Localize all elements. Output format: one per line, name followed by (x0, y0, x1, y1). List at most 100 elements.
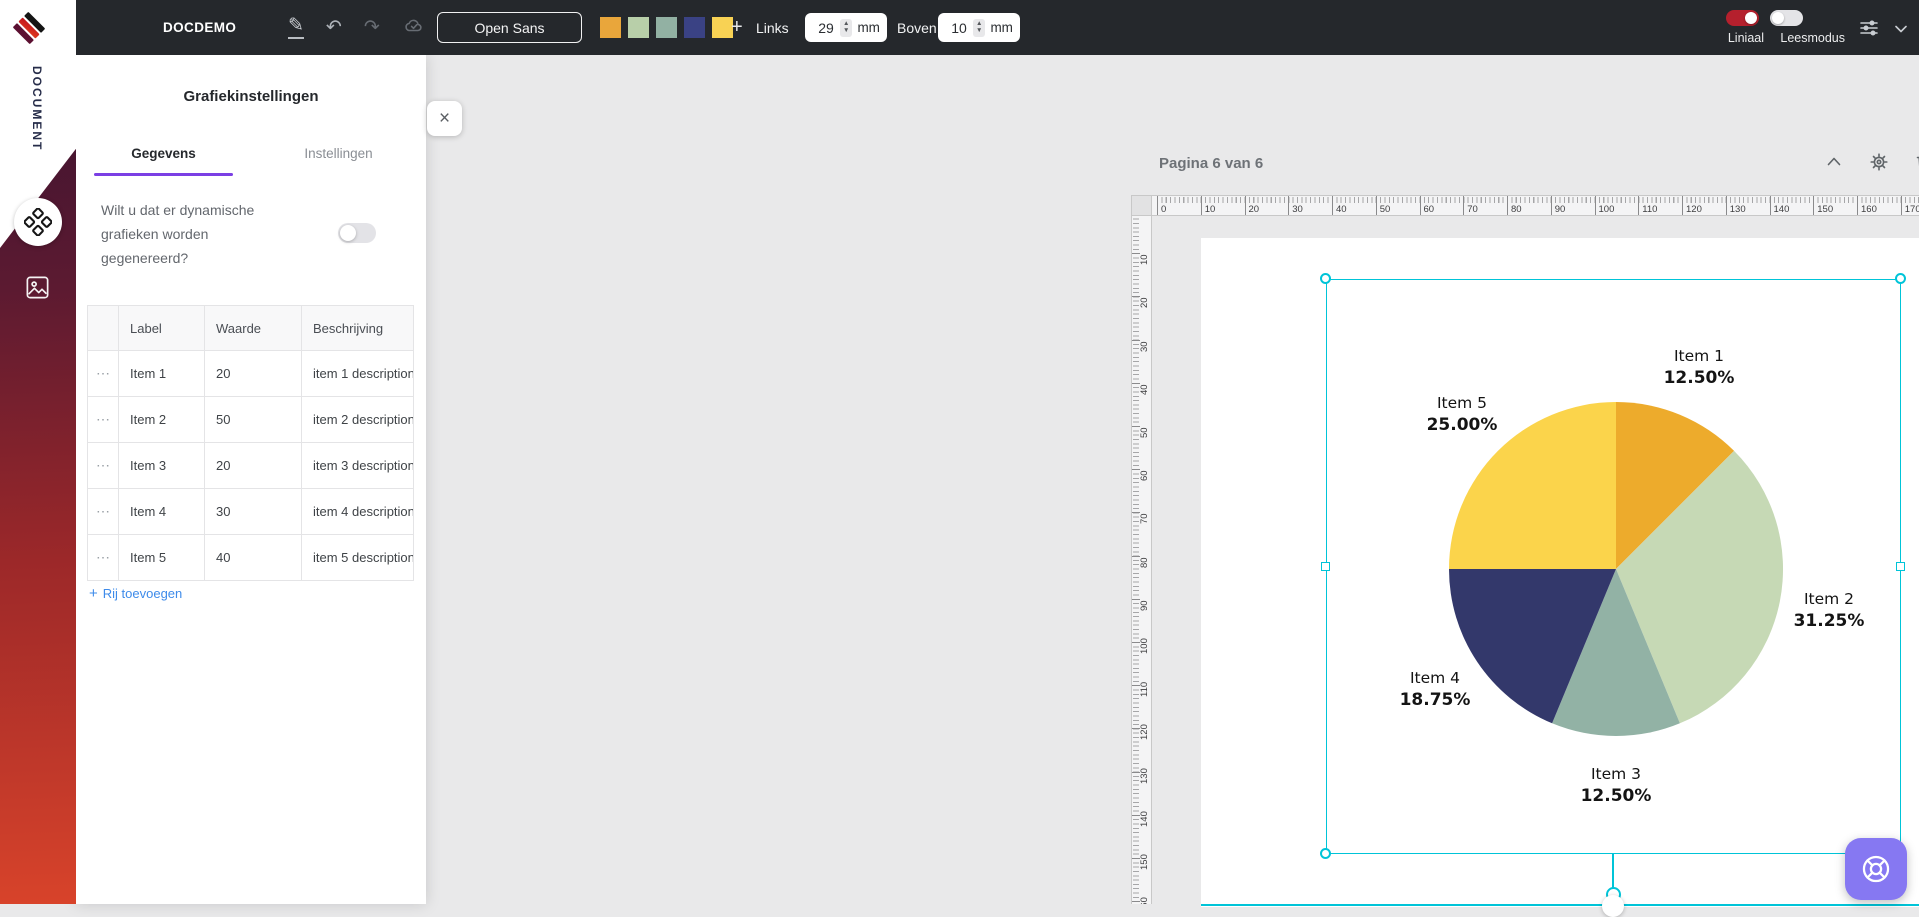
table-column-header (88, 306, 119, 351)
links-margin-input-box: ▲▼ mm (805, 13, 887, 42)
cell-value[interactable]: 20 (205, 351, 302, 397)
links-unit: mm (857, 20, 880, 35)
dynamic-charts-toggle[interactable] (338, 223, 376, 243)
table-column-header: Label (119, 306, 205, 351)
page-resize-handle[interactable] (1602, 895, 1624, 917)
table-row: ⋯Item 430item 4 description (88, 489, 414, 535)
ruler-tick-label: 120 (1682, 196, 1702, 215)
app-logo-icon[interactable] (9, 8, 49, 53)
rotation-stick (1612, 854, 1614, 888)
ruler-tick-label: 80 (1507, 196, 1522, 215)
cloud-check-icon[interactable] (402, 14, 426, 42)
boven-margin-input-box: ▲▼ mm (938, 13, 1020, 42)
cell-label[interactable]: Item 4 (119, 489, 205, 535)
liniaal-label: Liniaal (1728, 31, 1764, 45)
resize-handle-left[interactable] (1321, 562, 1330, 571)
redo-icon[interactable]: ↷ (364, 18, 380, 37)
table-row: ⋯Item 120item 1 description (88, 351, 414, 397)
color-swatch[interactable] (600, 17, 621, 38)
chart-settings-panel: Grafiekinstellingen Gegevens Instellinge… (76, 55, 426, 904)
chart-data-table: LabelWaardeBeschrijving ⋯Item 120item 1 … (87, 305, 414, 581)
ruler-tick-label: 110 (1638, 196, 1657, 215)
cell-description[interactable]: item 5 description (302, 535, 414, 581)
table-row: ⋯Item 320item 3 description (88, 443, 414, 489)
cell-label[interactable]: Item 3 (119, 443, 205, 489)
cell-value[interactable]: 20 (205, 443, 302, 489)
trash-icon[interactable] (1913, 151, 1919, 178)
stepper-arrows-icon[interactable]: ▲▼ (840, 19, 852, 37)
horizontal-ruler[interactable]: 0102030405060708090100110120130140150160… (1152, 195, 1919, 216)
sliders-icon[interactable] (1857, 16, 1881, 45)
color-swatch[interactable] (684, 17, 705, 38)
ruler-tick-label: 160 (1857, 196, 1877, 215)
ruler-tick-label: 90 (1551, 196, 1566, 215)
cell-description[interactable]: item 1 description (302, 351, 414, 397)
liniaal-toggle[interactable] (1726, 10, 1759, 26)
page-toolbar (1823, 151, 1919, 178)
resize-handle-top-left[interactable] (1320, 273, 1331, 284)
cell-description[interactable]: item 3 description (302, 443, 414, 489)
color-swatch[interactable] (712, 17, 733, 38)
cell-label[interactable]: Item 1 (119, 351, 205, 397)
ruler-tick-label: 20 (1139, 284, 1150, 308)
gear-icon[interactable] (1868, 151, 1890, 178)
chevron-down-icon[interactable] (1893, 21, 1909, 42)
cell-description[interactable]: item 4 description (302, 489, 414, 535)
ruler-tick-label: 10 (1201, 196, 1216, 215)
add-row-button[interactable]: + Rij toevoegen (89, 585, 182, 602)
plus-icon[interactable]: + (731, 0, 743, 55)
selection-box[interactable] (1326, 279, 1901, 854)
cell-label[interactable]: Item 2 (119, 397, 205, 443)
sidebar-item-images[interactable] (24, 274, 51, 306)
table-row: ⋯Item 250item 2 description (88, 397, 414, 443)
color-swatch[interactable] (628, 17, 649, 38)
ruler-tick-label: 60 (1139, 457, 1150, 481)
sidebar-item-components[interactable] (14, 198, 62, 246)
app-title: DOCDEMO (163, 0, 236, 55)
cell-value[interactable]: 40 (205, 535, 302, 581)
ruler-tick-label: 140 (1139, 803, 1150, 827)
chevron-up-icon[interactable] (1823, 151, 1845, 178)
row-drag-handle[interactable]: ⋯ (88, 351, 119, 397)
boven-margin-input[interactable] (945, 20, 973, 36)
help-button[interactable] (1845, 838, 1907, 900)
undo-icon[interactable]: ↶ (326, 18, 342, 37)
resize-handle-right[interactable] (1896, 562, 1905, 571)
cell-description[interactable]: item 2 description (302, 397, 414, 443)
close-panel-button[interactable]: × (427, 101, 462, 136)
boven-label: Boven (897, 0, 937, 55)
row-drag-handle[interactable]: ⋯ (88, 397, 119, 443)
ruler-ticks (1157, 197, 1919, 203)
tab-gegevens[interactable]: Gegevens (76, 133, 251, 173)
leesmodus-toggle[interactable] (1770, 10, 1803, 26)
boven-unit: mm (990, 20, 1013, 35)
ruler-tick-label: 110 (1139, 673, 1150, 697)
vertical-ruler[interactable]: 1020304050607080901001101201301401501601… (1131, 216, 1152, 904)
ruler-tick-label: 90 (1139, 587, 1150, 611)
ruler-tick-label: 170 (1901, 196, 1919, 215)
table-column-header: Beschrijving (302, 306, 414, 351)
ruler-tick-label: 30 (1139, 328, 1150, 352)
row-drag-handle[interactable]: ⋯ (88, 489, 119, 535)
stepper-arrows-icon[interactable]: ▲▼ (973, 19, 985, 37)
row-drag-handle[interactable]: ⋯ (88, 443, 119, 489)
resize-handle-bottom-left[interactable] (1320, 848, 1331, 859)
pencil-icon[interactable]: ✎ (288, 16, 304, 39)
resize-handle-top-right[interactable] (1895, 273, 1906, 284)
cell-value[interactable]: 50 (205, 397, 302, 443)
table-row: ⋯Item 540item 5 description (88, 535, 414, 581)
cell-label[interactable]: Item 5 (119, 535, 205, 581)
ruler-tick-label: 140 (1770, 196, 1790, 215)
ruler-tick-label: 80 (1139, 544, 1150, 568)
leesmodus-label: Leesmodus (1780, 31, 1845, 45)
components-icon (24, 208, 52, 236)
ruler-tick-label: 60 (1420, 196, 1435, 215)
ruler-corner (1131, 195, 1152, 216)
font-selector-button[interactable]: Open Sans (437, 12, 582, 43)
tab-instellingen[interactable]: Instellingen (251, 133, 426, 173)
links-margin-input[interactable] (812, 20, 840, 36)
row-drag-handle[interactable]: ⋯ (88, 535, 119, 581)
color-swatch[interactable] (656, 17, 677, 38)
toggle-knob (1772, 12, 1784, 24)
cell-value[interactable]: 30 (205, 489, 302, 535)
